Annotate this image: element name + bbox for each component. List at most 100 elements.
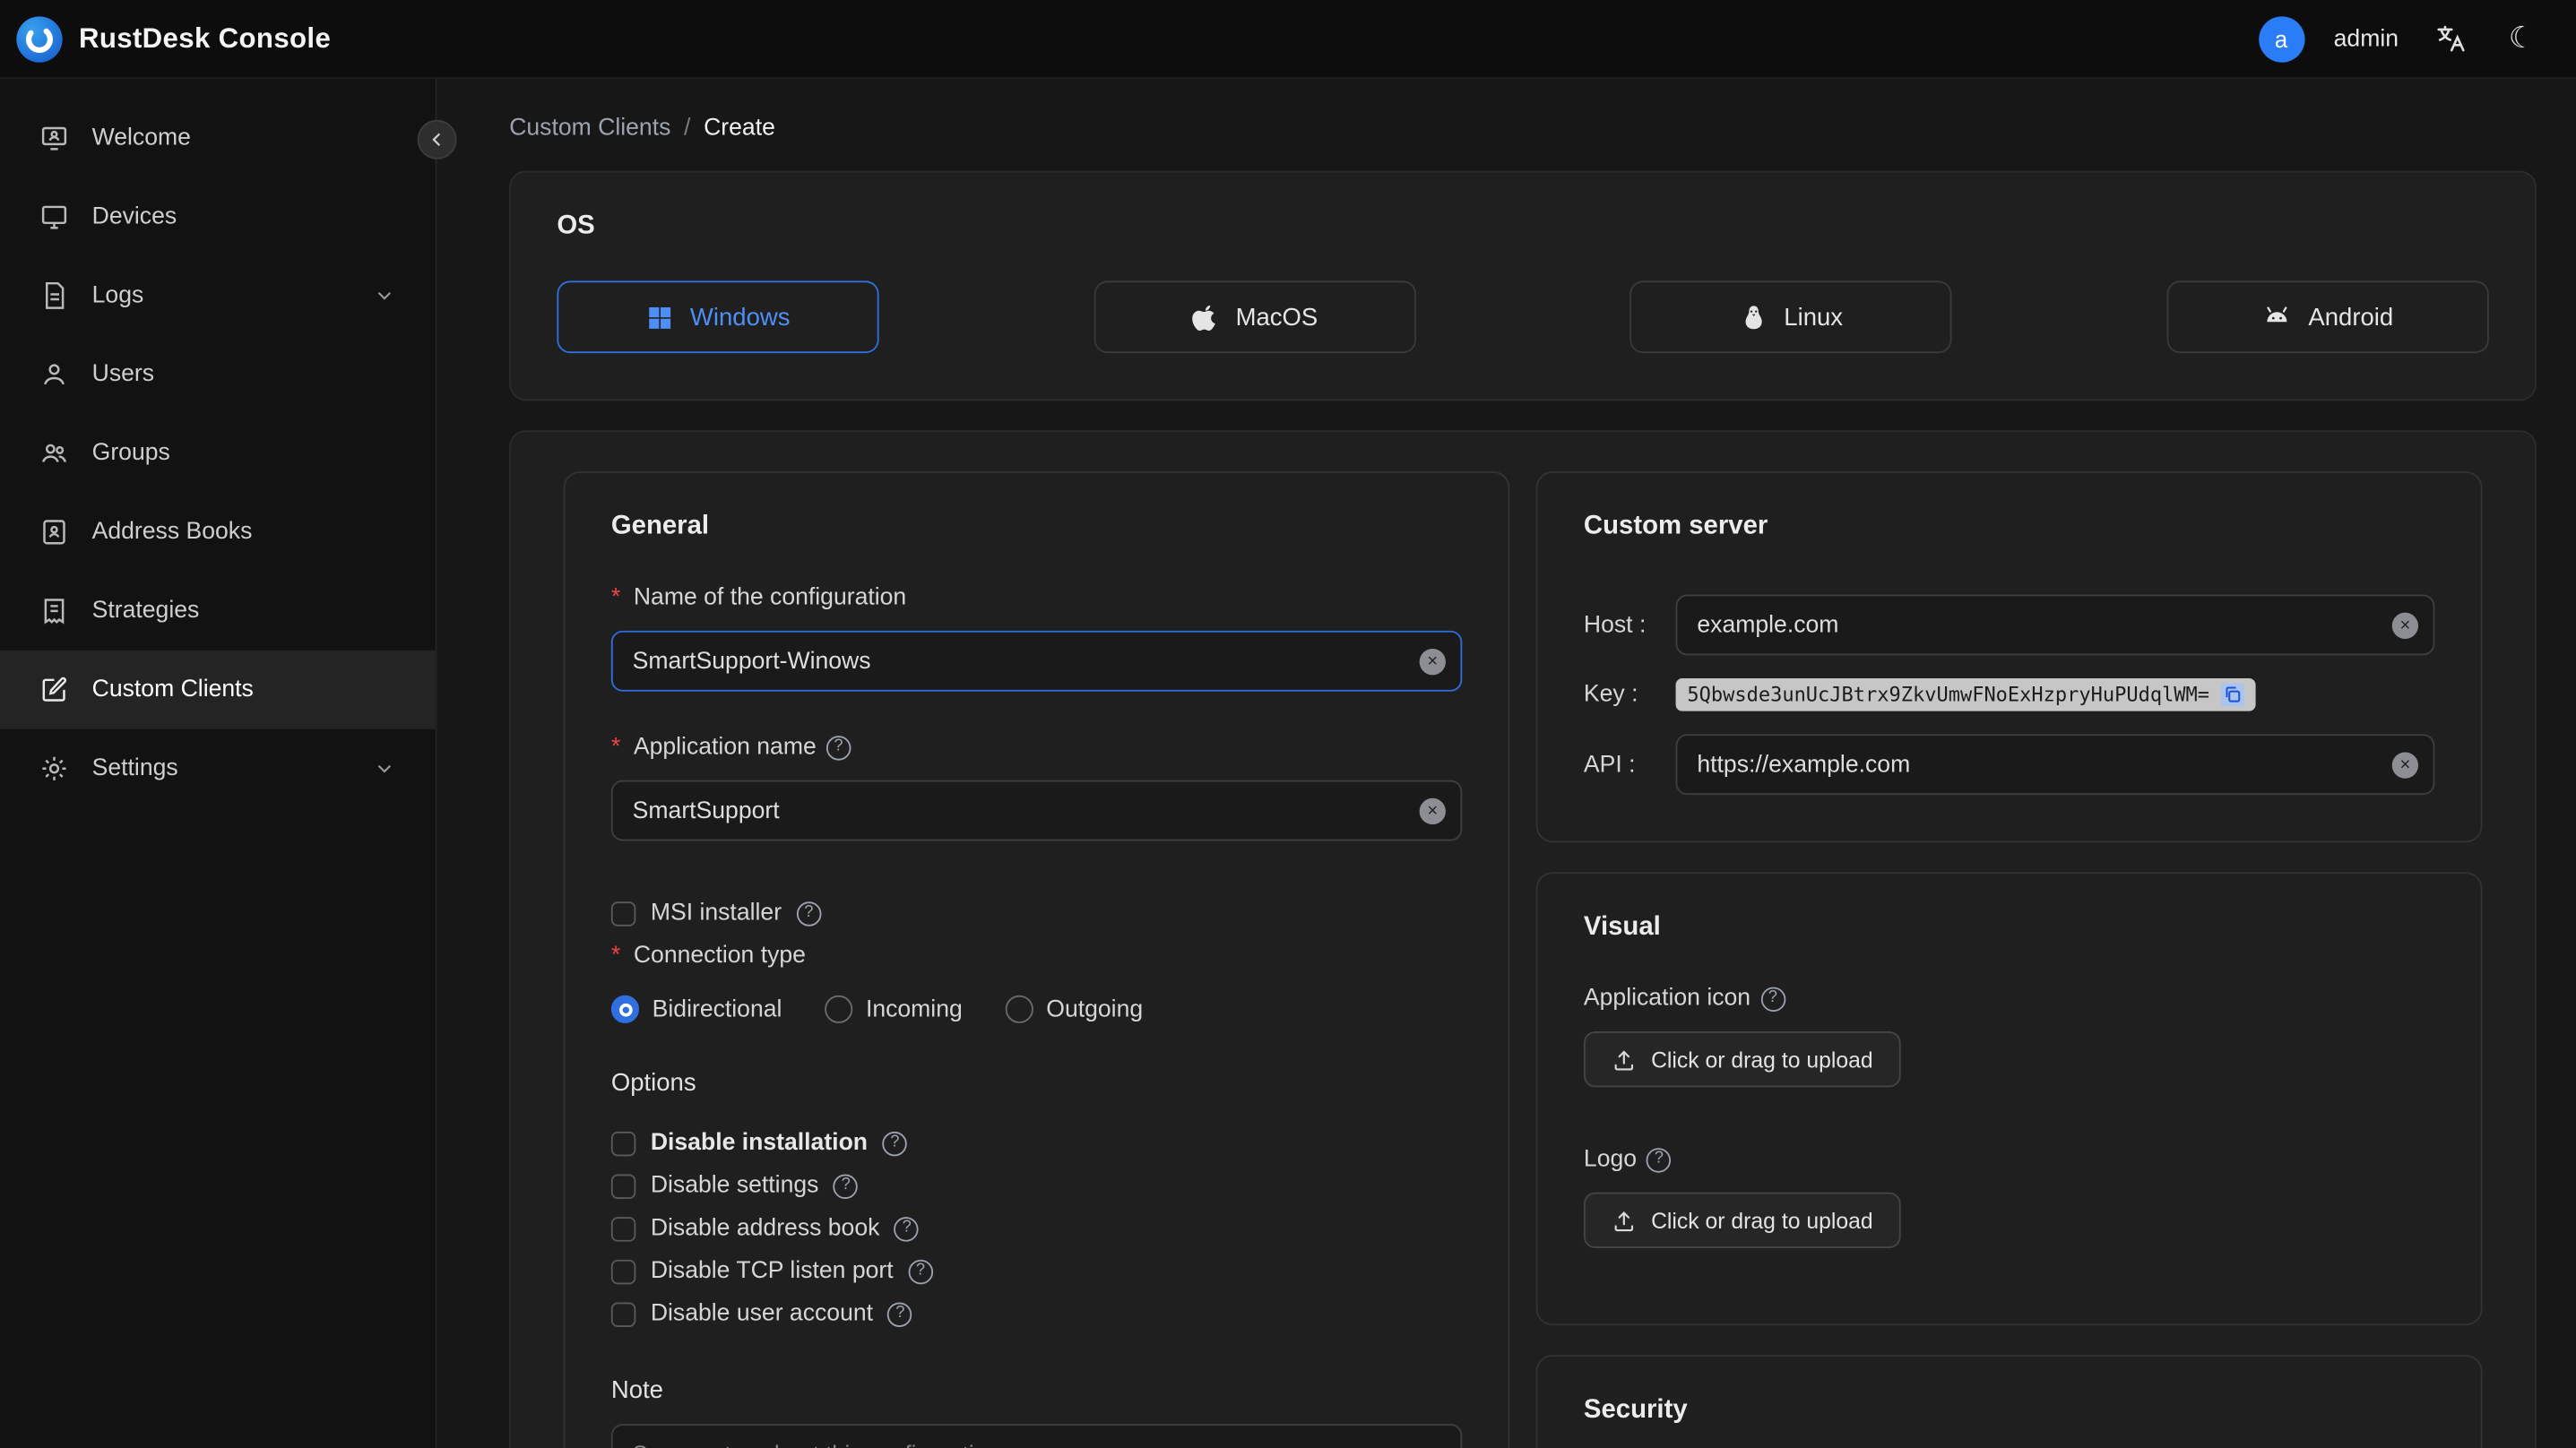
sidebar-item-strategies[interactable]: Strategies — [0, 572, 436, 651]
os-button-android[interactable]: Android — [2166, 280, 2489, 354]
help-icon[interactable]: ? — [796, 901, 822, 926]
sidebar-item-label: Settings — [91, 755, 178, 782]
user-icon — [39, 359, 69, 389]
help-icon[interactable]: ? — [1647, 1147, 1672, 1172]
sidebar-item-label: Devices — [91, 203, 177, 230]
help-icon[interactable]: ? — [882, 1130, 908, 1156]
radio-outgoing[interactable]: Outgoing — [1005, 995, 1143, 1023]
clear-icon[interactable]: × — [2391, 751, 2419, 778]
breadcrumb-current: Create — [704, 115, 775, 142]
main-content: Custom Clients / Create OS Windows MacOS… — [437, 79, 2576, 1448]
sidebar-item-users[interactable]: Users — [0, 335, 436, 414]
help-icon[interactable]: ? — [833, 1173, 859, 1199]
apple-icon — [1191, 303, 1219, 331]
help-icon[interactable]: ? — [908, 1258, 933, 1284]
sidebar-item-address-books[interactable]: Address Books — [0, 493, 436, 572]
dark-mode-toggle-icon[interactable]: ☾ — [2501, 17, 2544, 60]
sidebar-item-groups[interactable]: Groups — [0, 414, 436, 493]
upload-icon — [1612, 1047, 1636, 1071]
rustdesk-logo-icon — [16, 15, 63, 62]
server-key-chip: 5Qbwsde3unUcJBtrx9ZkvUmwFNoExHzpryHuPUdq… — [1675, 677, 2256, 711]
options-title: Options — [610, 1069, 696, 1098]
required-mark: * — [610, 734, 621, 761]
option-disable-settings: Disable settings ? — [610, 1173, 1462, 1199]
disable-user-account-checkbox[interactable] — [610, 1301, 636, 1327]
radio-icon — [610, 995, 639, 1023]
option-disable-tcp-listen-port: Disable TCP listen port ? — [610, 1258, 1462, 1284]
connection-type-label: * Connection type — [610, 943, 806, 970]
create-form-panel: General * Name of the configuration × * … — [509, 430, 2537, 1448]
shell: Welcome Devices Logs Users Groups Addres… — [0, 78, 2576, 1448]
api-label: API : — [1583, 751, 1636, 778]
os-button-windows[interactable]: Windows — [557, 280, 879, 354]
security-card: Security Preset password : — [1535, 1355, 2483, 1448]
sidebar-item-label: Logs — [91, 282, 144, 309]
api-input-wrap: × — [1675, 734, 2435, 796]
application-icon-label: Application icon ? — [1584, 986, 2434, 1012]
disable-settings-checkbox[interactable] — [610, 1173, 636, 1199]
username[interactable]: admin — [2334, 25, 2399, 51]
app-title: RustDesk Console — [78, 22, 332, 54]
radio-bidirectional[interactable]: Bidirectional — [610, 995, 782, 1023]
option-disable-address-book: Disable address book ? — [610, 1215, 1462, 1242]
topbar-right: a admin ☾ — [2258, 15, 2544, 62]
radio-icon — [825, 995, 853, 1023]
app-name-input[interactable] — [610, 780, 1463, 841]
strategy-icon — [39, 596, 69, 625]
logo-label: Logo ? — [1584, 1146, 2434, 1173]
config-name-input[interactable] — [610, 630, 1463, 692]
sidebar-item-logs[interactable]: Logs — [0, 256, 436, 335]
option-disable-user-account: Disable user account ? — [610, 1301, 1462, 1327]
option-disable-installation: Disable installation ? — [610, 1130, 1462, 1156]
disable-tcp-listen-port-checkbox[interactable] — [610, 1258, 636, 1284]
os-card: OS Windows MacOS Linux Android — [509, 170, 2537, 401]
translate-icon[interactable] — [2428, 17, 2471, 60]
app-root: RustDesk Console a admin ☾ Welcome Devic… — [0, 0, 2576, 1448]
visual-title: Visual — [1583, 913, 1661, 942]
gear-icon — [39, 754, 69, 783]
custom-server-title: Custom server — [1583, 512, 1768, 541]
sidebar-item-label: Groups — [91, 440, 170, 467]
sidebar-item-label: Custom Clients — [91, 677, 254, 703]
edit-square-icon — [39, 675, 69, 704]
msi-installer-label: MSI installer — [650, 900, 782, 927]
msi-installer-checkbox[interactable] — [610, 901, 636, 926]
sidebar-collapse-button[interactable] — [417, 119, 457, 159]
api-row: API : × — [1583, 734, 2435, 796]
os-button-macos[interactable]: MacOS — [1094, 280, 1416, 354]
disable-address-book-checkbox[interactable] — [610, 1216, 636, 1241]
welcome-icon — [39, 123, 69, 152]
breadcrumb-parent[interactable]: Custom Clients — [509, 115, 670, 141]
clear-icon[interactable]: × — [1419, 797, 1446, 824]
right-column: Custom server Host : × Key : — [1535, 471, 2483, 1448]
avatar[interactable]: a — [2258, 15, 2304, 62]
logo-upload-button[interactable]: Click or drag to upload — [1583, 1192, 1901, 1249]
document-icon — [39, 280, 69, 310]
help-icon[interactable]: ? — [1760, 986, 1785, 1012]
disable-installation-checkbox[interactable] — [610, 1130, 636, 1156]
monitor-icon — [39, 202, 69, 231]
host-input[interactable] — [1675, 594, 2435, 656]
clear-icon[interactable]: × — [2391, 611, 2419, 639]
radio-incoming[interactable]: Incoming — [825, 995, 963, 1023]
required-mark: * — [610, 584, 621, 611]
os-button-linux[interactable]: Linux — [1629, 280, 1953, 354]
app-icon-upload-button[interactable]: Click or drag to upload — [1583, 1031, 1901, 1088]
sidebar-item-devices[interactable]: Devices — [0, 177, 436, 256]
sidebar-item-settings[interactable]: Settings — [0, 729, 436, 808]
copy-icon[interactable] — [2220, 683, 2244, 707]
android-icon — [2262, 302, 2292, 332]
api-input[interactable] — [1675, 734, 2435, 796]
help-icon[interactable]: ? — [887, 1301, 913, 1327]
help-icon[interactable]: ? — [894, 1216, 920, 1241]
breadcrumb-separator: / — [684, 115, 691, 142]
note-textarea[interactable] — [610, 1424, 1463, 1448]
brand: RustDesk Console — [16, 15, 332, 62]
sidebar-item-custom-clients[interactable]: Custom Clients — [0, 650, 436, 729]
sidebar: Welcome Devices Logs Users Groups Addres… — [0, 78, 437, 1448]
clear-icon[interactable]: × — [1419, 648, 1446, 675]
help-icon[interactable]: ? — [826, 735, 851, 760]
sidebar-item-welcome[interactable]: Welcome — [0, 99, 436, 177]
address-book-icon — [39, 517, 69, 547]
general-card: General * Name of the configuration × * … — [563, 471, 1510, 1448]
